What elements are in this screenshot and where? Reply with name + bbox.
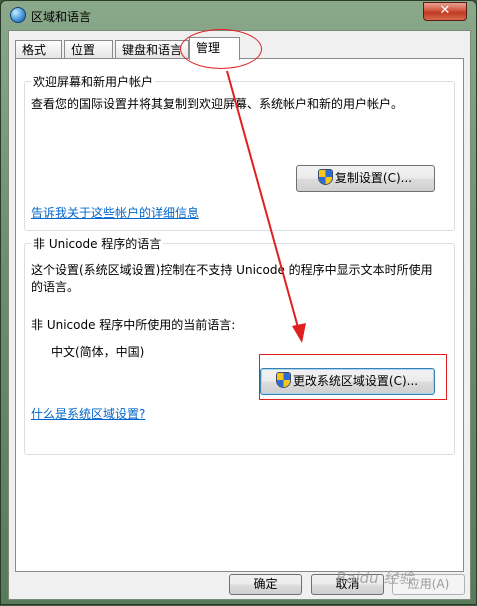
- tab-administrative[interactable]: 管理: [189, 37, 240, 60]
- watermark: Baidu 经验: [336, 569, 414, 587]
- annotation-arrow: [226, 70, 306, 343]
- window: 区域和语言 ✕ 格式 位置 键盘和语言 管理 欢迎屏幕和新用户帐户 查看您的国际…: [0, 0, 477, 605]
